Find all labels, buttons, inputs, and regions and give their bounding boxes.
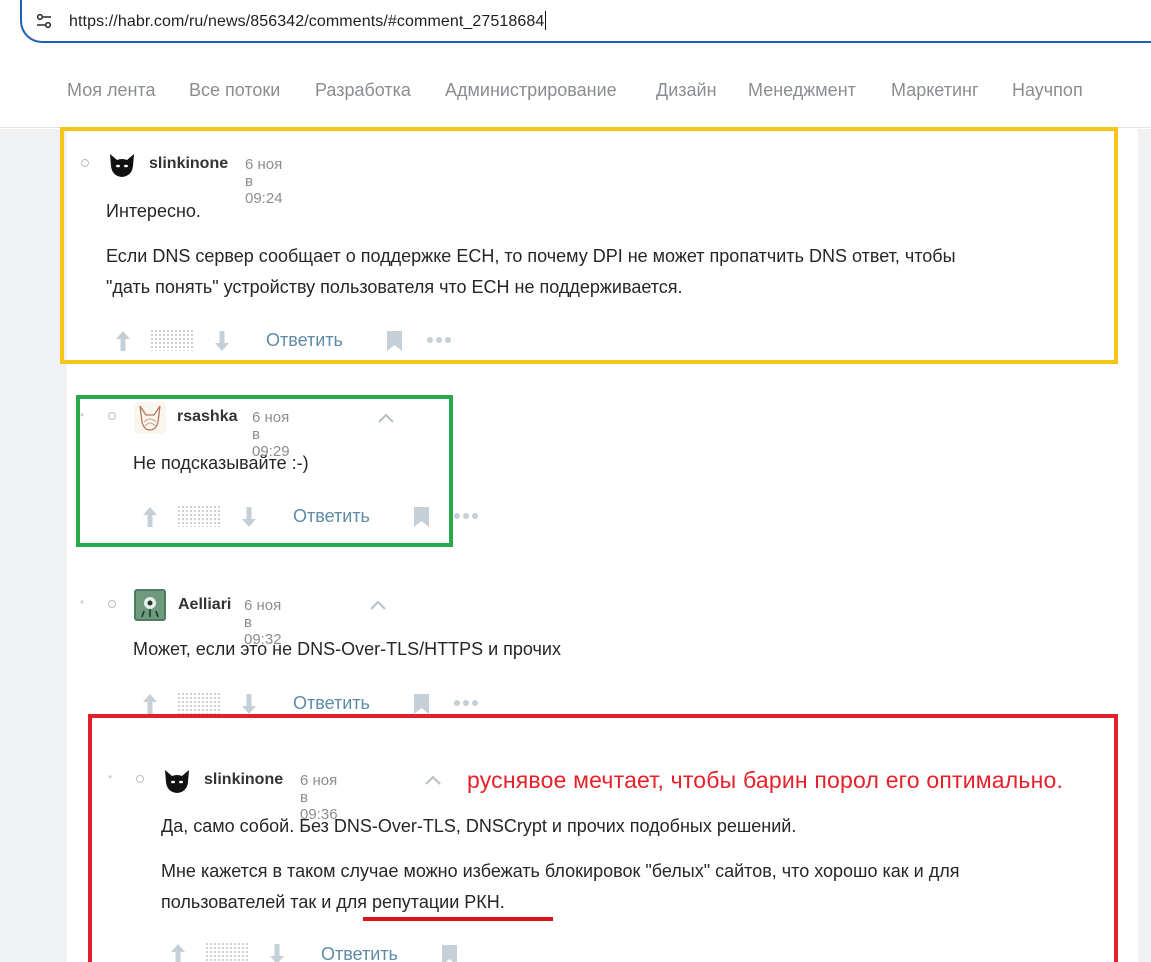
avatar[interactable] (161, 764, 193, 796)
avatar[interactable] (106, 148, 138, 180)
thread-bullet (108, 412, 116, 420)
site-settings-icon[interactable] (35, 12, 53, 30)
more-dots-icon[interactable] (453, 512, 479, 520)
thread-level-dot: • (80, 595, 85, 609)
comment-author[interactable]: slinkinone (149, 155, 228, 173)
nav-item-design[interactable]: Дизайн (656, 80, 717, 101)
arrow-up-icon[interactable] (141, 505, 159, 529)
avatar[interactable] (134, 402, 166, 434)
nav-item-development[interactable]: Разработка (315, 80, 411, 101)
chevron-up-icon[interactable] (423, 773, 443, 787)
avatar[interactable] (134, 589, 166, 621)
more-dots-icon[interactable] (453, 699, 479, 707)
rating-score (177, 505, 221, 527)
thread-bullet (108, 600, 116, 608)
thread-level-dot: • (80, 408, 85, 422)
comment-paragraph: Интересно. (106, 201, 201, 221)
comment-paragraph: Если DNS сервер сообщает о поддержке ECH… (106, 246, 956, 266)
bookmark-icon[interactable] (441, 944, 458, 962)
arrow-up-icon[interactable] (141, 692, 159, 716)
comment-paragraph: "дать понять" устройству пользователя чт… (106, 277, 683, 297)
thread-bullet (136, 775, 144, 783)
comment-body: Может, если это не DNS-Over-TLS/HTTPS и … (133, 634, 1033, 665)
text-caret (545, 11, 547, 30)
arrow-down-icon[interactable] (240, 505, 258, 529)
comment-paragraph: Да, само собой. Без DNS-Over-TLS, DNSCry… (161, 816, 797, 836)
comment-body: Не подсказывайте :-) (133, 448, 733, 479)
chevron-up-icon[interactable] (376, 411, 396, 425)
nav-item-marketing[interactable]: Маркетинг (891, 80, 979, 101)
annotation-underline (363, 917, 553, 921)
arrow-down-icon[interactable] (213, 329, 231, 353)
nav-item-my-feed[interactable]: Моя лента (67, 80, 155, 101)
comment-body: Интересно. Если DNS сервер сообщает о по… (106, 196, 1106, 303)
arrow-down-icon[interactable] (240, 692, 258, 716)
rating-score (150, 329, 194, 351)
url-input[interactable]: https://habr.com/ru/news/856342/comments… (69, 11, 547, 31)
comment-author[interactable]: Aelliari (178, 596, 231, 614)
thread-level-dot: • (108, 770, 113, 784)
chevron-up-icon[interactable] (368, 598, 388, 612)
arrow-down-icon[interactable] (268, 942, 286, 962)
comment-paragraph: пользователей так и для репутации РКН. (161, 892, 505, 912)
comment-author[interactable]: slinkinone (204, 771, 283, 789)
arrow-up-icon[interactable] (169, 942, 187, 962)
bookmark-icon[interactable] (386, 330, 403, 352)
nav-item-management[interactable]: Менеджмент (748, 80, 856, 101)
comment-author[interactable]: rsashka (177, 408, 238, 426)
reply-button[interactable]: Ответить (321, 944, 398, 962)
nav-item-all-flows[interactable]: Все потоки (189, 80, 280, 101)
comment-paragraph: Мне кажется в таком случае можно избежат… (161, 861, 960, 881)
annotation-text: руснявое мечтает, чтобы барин порол его … (467, 767, 1064, 793)
more-dots-icon[interactable] (426, 336, 452, 344)
flows-nav: Моя лента Все потоки Разработка Админист… (0, 50, 1151, 128)
reply-button[interactable]: Ответить (293, 506, 370, 527)
bookmark-icon[interactable] (413, 506, 430, 528)
nav-item-administration[interactable]: Администрирование (445, 80, 617, 101)
comment-body: Да, само собой. Без DNS-Over-TLS, DNSCry… (161, 811, 1101, 918)
address-bar[interactable]: https://habr.com/ru/news/856342/comments… (20, 0, 1151, 43)
rating-score (177, 692, 221, 714)
comment-paragraph: Может, если это не DNS-Over-TLS/HTTPS и … (133, 639, 561, 659)
nav-item-popsci[interactable]: Научпоп (1012, 80, 1083, 101)
reply-button[interactable]: Ответить (293, 693, 370, 714)
reply-button[interactable]: Ответить (266, 330, 343, 351)
rating-score (205, 942, 249, 962)
thread-bullet (81, 159, 89, 167)
arrow-up-icon[interactable] (114, 329, 132, 353)
bookmark-icon[interactable] (413, 693, 430, 715)
comment-paragraph: Не подсказывайте :-) (133, 453, 309, 473)
